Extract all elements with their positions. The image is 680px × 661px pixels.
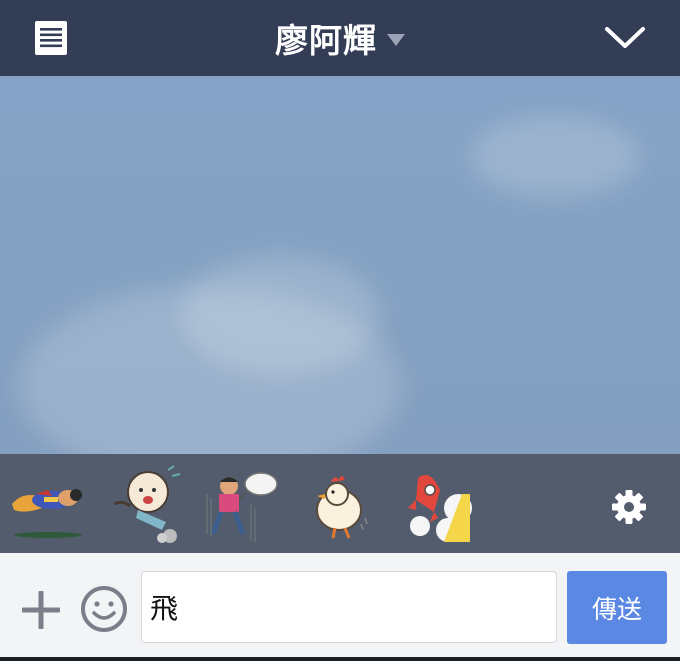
running-net-sticker[interactable] — [203, 464, 283, 544]
flying-hero-sticker[interactable] — [8, 464, 88, 544]
chicken-sticker[interactable] — [305, 464, 385, 544]
smiley-icon[interactable] — [80, 585, 128, 633]
bottom-divider — [0, 657, 680, 661]
rocket-sticker[interactable] — [400, 464, 480, 544]
bald-man-kick-sticker[interactable] — [108, 464, 188, 544]
cloud-background — [180, 256, 380, 376]
caret-down-icon[interactable] — [387, 34, 405, 46]
chat-message-area[interactable] — [0, 76, 680, 454]
notes-menu-icon[interactable] — [34, 20, 68, 56]
send-button[interactable]: 傳送 — [567, 571, 667, 644]
title-area: 廖阿輝 — [0, 0, 680, 76]
chat-title[interactable]: 廖阿輝 — [275, 14, 377, 62]
cloud-background — [470, 116, 640, 196]
plus-icon[interactable] — [20, 589, 62, 631]
message-input[interactable] — [141, 571, 557, 643]
chevron-down-icon[interactable] — [604, 24, 646, 52]
gear-icon[interactable] — [610, 488, 648, 526]
sticker-suggestion-bar — [0, 454, 680, 553]
chat-header: 廖阿輝 — [0, 0, 680, 76]
